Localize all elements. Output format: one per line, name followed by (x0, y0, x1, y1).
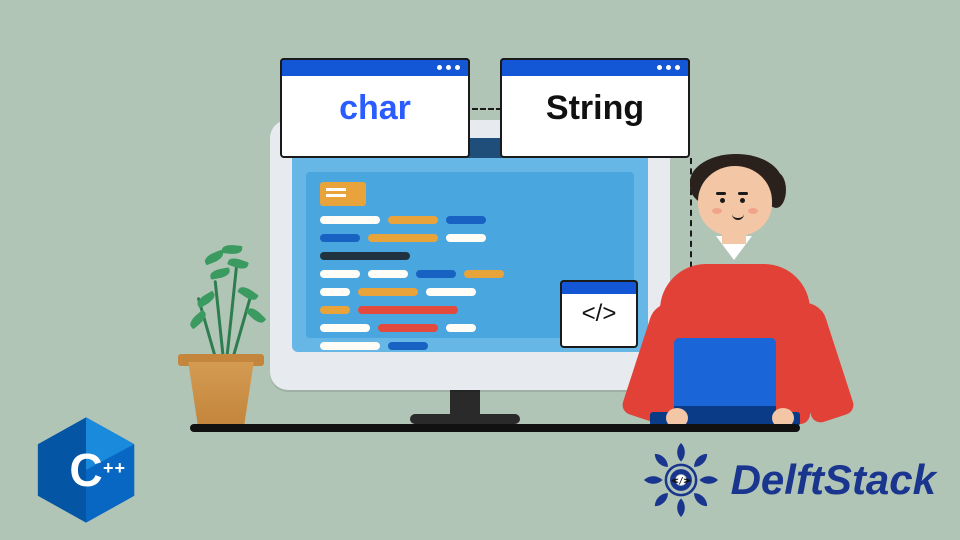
plant-pot (182, 362, 260, 424)
char-label-window: char (280, 58, 470, 158)
delftstack-logo: </> </> DelftStack (639, 438, 936, 522)
string-label-text: String (546, 89, 644, 128)
delftstack-emblem-icon: </> </> (639, 438, 723, 522)
char-label-text: char (339, 89, 411, 128)
hamburger-icon (320, 182, 366, 206)
cpp-letter: C (69, 443, 102, 497)
desk-surface (190, 424, 800, 432)
monitor (270, 120, 670, 390)
brand-name: DelftStack (731, 456, 936, 504)
connector-line (472, 108, 502, 110)
cpp-plus-plus: ++ (103, 458, 126, 479)
svg-text:</>: </> (673, 475, 688, 485)
illustration-scene: char String </> (180, 70, 780, 450)
code-tag-icon: </> (582, 300, 617, 328)
plant-icon (174, 244, 274, 364)
person-illustration (620, 164, 840, 424)
laptop-icon (674, 338, 776, 412)
string-label-window: String (500, 58, 690, 158)
cpp-logo: C ++ (30, 414, 142, 526)
monitor-stand (410, 414, 520, 424)
